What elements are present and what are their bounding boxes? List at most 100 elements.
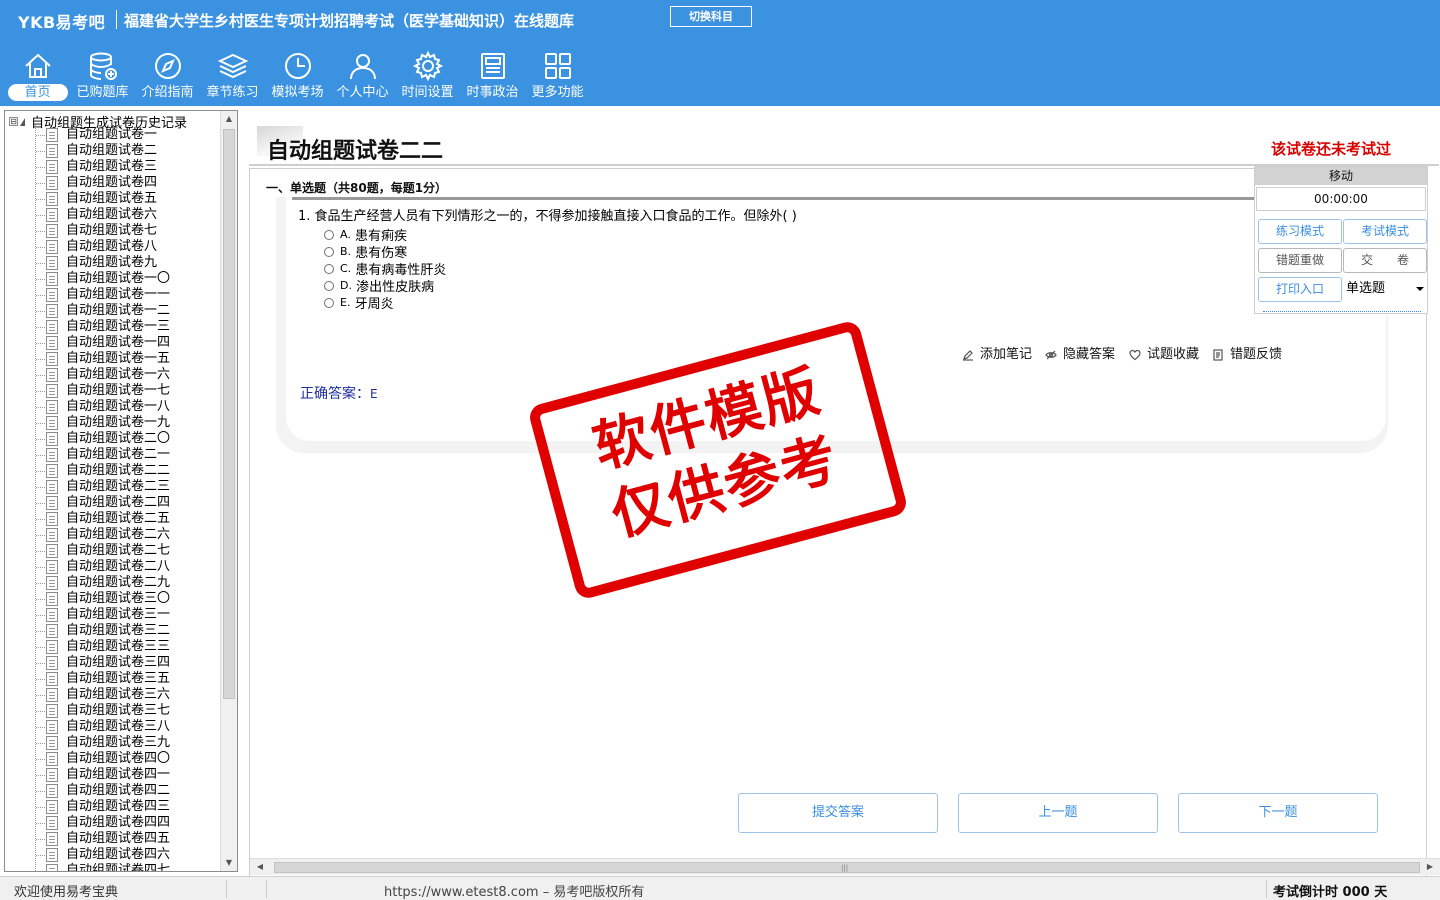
- nav-profile[interactable]: 个人中心: [330, 46, 395, 104]
- tree-item[interactable]: 自动组题试卷二二: [5, 463, 225, 479]
- switch-subject-button[interactable]: 切换科目: [670, 6, 752, 27]
- gear-icon: [412, 50, 443, 82]
- tree-item[interactable]: 自动组题试卷三六: [5, 687, 225, 703]
- nav-current-affairs[interactable]: 时事政治: [460, 46, 525, 104]
- tree-item[interactable]: 自动组题试卷三一: [5, 607, 225, 623]
- nav-home[interactable]: 首页: [5, 46, 70, 104]
- previous-question-button[interactable]: 上一题: [958, 793, 1158, 833]
- radio-button[interactable]: [324, 246, 334, 257]
- tree-item[interactable]: 自动组题试卷四〇: [5, 751, 225, 767]
- tree-item[interactable]: 自动组题试卷一: [5, 127, 225, 143]
- radio-button[interactable]: [324, 297, 334, 308]
- tree-item[interactable]: 自动组题试卷二七: [5, 543, 225, 559]
- exam-mode-button[interactable]: 考试模式: [1343, 219, 1427, 244]
- collapse-icon[interactable]: ⊟: [9, 117, 18, 126]
- tree-item[interactable]: 自动组题试卷四二: [5, 783, 225, 799]
- tree-item[interactable]: 自动组题试卷三〇: [5, 591, 225, 607]
- tree-item[interactable]: 自动组题试卷二一: [5, 447, 225, 463]
- nav-mock-exam[interactable]: 模拟考场: [265, 46, 330, 104]
- tree-item-label: 自动组题试卷四二: [66, 783, 171, 798]
- tree-item[interactable]: 自动组题试卷三四: [5, 655, 225, 671]
- tree-item[interactable]: 自动组题试卷二四: [5, 495, 225, 511]
- tree-item-label: 自动组题试卷三七: [66, 703, 171, 718]
- sidebar-scrollbar[interactable]: ▲ ▼: [220, 111, 237, 871]
- panel-drag-handle[interactable]: 移动: [1255, 167, 1427, 185]
- tree-item-label: 自动组题试卷三八: [66, 719, 171, 734]
- add-note-button[interactable]: 添加笔记: [962, 343, 1032, 362]
- scrollbar-thumb[interactable]: |||: [274, 862, 1420, 873]
- tree-item-label: 自动组题试卷二二: [66, 463, 171, 478]
- tree-item[interactable]: 自动组题试卷一二: [5, 303, 225, 319]
- status-bar: 欢迎使用易考宝典 https://www.etest8.com – 易考吧版权所…: [0, 876, 1440, 900]
- tree-item[interactable]: 自动组题试卷三三: [5, 639, 225, 655]
- tree-item[interactable]: 自动组题试卷一三: [5, 319, 225, 335]
- tree-item[interactable]: 自动组题试卷一〇: [5, 271, 225, 287]
- nav-chapter[interactable]: 章节练习: [200, 46, 265, 104]
- tree-item-label: 自动组题试卷四五: [66, 831, 171, 846]
- hide-answer-button[interactable]: 隐藏答案: [1045, 343, 1115, 362]
- next-question-button[interactable]: 下一题: [1178, 793, 1378, 833]
- tree-item[interactable]: 自动组题试卷四四: [5, 815, 225, 831]
- submit-answer-button[interactable]: 提交答案: [738, 793, 938, 833]
- tree-item[interactable]: 自动组题试卷二〇: [5, 431, 225, 447]
- tree-item[interactable]: 自动组题试卷七: [5, 223, 225, 239]
- tree-item[interactable]: 自动组题试卷八: [5, 239, 225, 255]
- tree-item[interactable]: 自动组题试卷三八: [5, 719, 225, 735]
- tree-item[interactable]: 自动组题试卷一九: [5, 415, 225, 431]
- tree-item[interactable]: 自动组题试卷六: [5, 207, 225, 223]
- scroll-left-icon[interactable]: ◀: [252, 859, 268, 875]
- tree-item[interactable]: 自动组题试卷一五: [5, 351, 225, 367]
- scrollbar-thumb[interactable]: [223, 129, 235, 699]
- tree-item[interactable]: 自动组题试卷三七: [5, 703, 225, 719]
- radio-button[interactable]: [324, 263, 334, 274]
- horizontal-scrollbar[interactable]: ◀ ||| ▶: [250, 858, 1440, 875]
- nav-time-settings[interactable]: 时间设置: [395, 46, 460, 104]
- tree-item[interactable]: 自动组题试卷三: [5, 159, 225, 175]
- tree-item[interactable]: 自动组题试卷四七: [5, 863, 225, 871]
- tree-item[interactable]: 自动组题试卷三二: [5, 623, 225, 639]
- tree-item[interactable]: 自动组题试卷一八: [5, 399, 225, 415]
- practice-mode-button[interactable]: 练习模式: [1258, 219, 1342, 244]
- tree-item[interactable]: 自动组题试卷二八: [5, 559, 225, 575]
- document-icon: [46, 176, 58, 190]
- scroll-up-icon[interactable]: ▲: [221, 111, 237, 127]
- tree-item[interactable]: 自动组题试卷四一: [5, 767, 225, 783]
- tree-item[interactable]: 自动组题试卷五: [5, 191, 225, 207]
- tree-item[interactable]: 自动组题试卷四: [5, 175, 225, 191]
- tree-item-label: 自动组题试卷一八: [66, 399, 171, 414]
- tree-item[interactable]: 自动组题试卷一七: [5, 383, 225, 399]
- scroll-right-icon[interactable]: ▶: [1422, 859, 1438, 875]
- submit-paper-button[interactable]: 交 卷: [1343, 248, 1427, 273]
- tree-item[interactable]: 自动组题试卷一四: [5, 335, 225, 351]
- tree-item[interactable]: 自动组题试卷三九: [5, 735, 225, 751]
- question-type-select[interactable]: 单选题: [1343, 277, 1427, 302]
- tree-item[interactable]: 自动组题试卷九: [5, 255, 225, 271]
- document-icon: [46, 352, 58, 366]
- print-button[interactable]: 打印入口: [1258, 277, 1342, 302]
- scroll-down-icon[interactable]: ▼: [221, 855, 237, 871]
- tree-item[interactable]: 自动组题试卷一一: [5, 287, 225, 303]
- tree-item[interactable]: 自动组题试卷二三: [5, 479, 225, 495]
- tree-item[interactable]: 自动组题试卷二: [5, 143, 225, 159]
- tree-item[interactable]: 自动组题试卷二六: [5, 527, 225, 543]
- tree-item[interactable]: 自动组题试卷一六: [5, 367, 225, 383]
- option-e[interactable]: E. 牙周炎: [324, 293, 394, 312]
- report-error-button[interactable]: 错题反馈: [1212, 343, 1282, 362]
- document-icon: [46, 704, 58, 718]
- radio-button[interactable]: [324, 280, 334, 291]
- favorite-button[interactable]: 试题收藏: [1129, 343, 1199, 362]
- tree-item[interactable]: 自动组题试卷二九: [5, 575, 225, 591]
- tree-item[interactable]: 自动组题试卷三五: [5, 671, 225, 687]
- nav-guide[interactable]: 介绍指南: [135, 46, 200, 104]
- radio-button[interactable]: [324, 229, 334, 240]
- tree-item-label: 自动组题试卷三: [66, 159, 158, 174]
- nav-purchased[interactable]: 已购题库: [70, 46, 135, 104]
- tree-item[interactable]: 自动组题试卷四六: [5, 847, 225, 863]
- tree-item[interactable]: 自动组题试卷四五: [5, 831, 225, 847]
- tree-item[interactable]: 自动组题试卷四三: [5, 799, 225, 815]
- tree-item-label: 自动组题试卷四三: [66, 799, 171, 814]
- tree-item[interactable]: 自动组题试卷二五: [5, 511, 225, 527]
- redo-wrong-button[interactable]: 错题重做: [1258, 248, 1342, 273]
- nav-more[interactable]: 更多功能: [525, 46, 590, 104]
- tree-item-label: 自动组题试卷一六: [66, 367, 171, 382]
